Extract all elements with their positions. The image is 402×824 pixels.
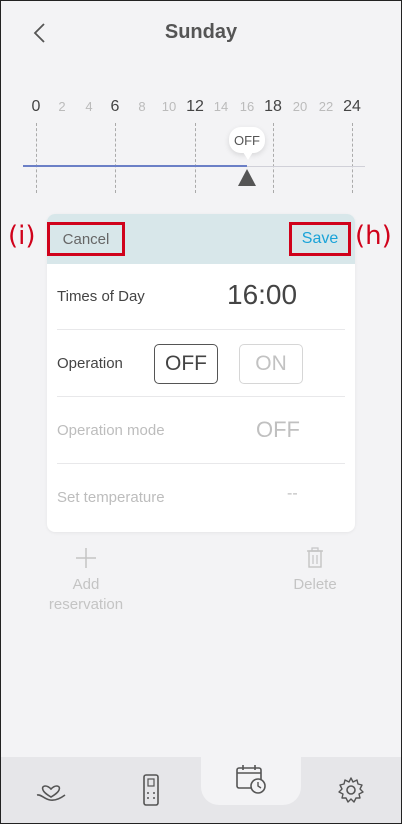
reservation-editor: Cancel Save Times of Day 16:00 Operation… <box>47 214 355 532</box>
times-of-day-row[interactable]: Times of Day 16:00 <box>57 264 345 330</box>
tick-label: 18 <box>264 98 282 115</box>
page-title: Sunday <box>164 21 238 43</box>
add-reservation-label: Add reservation <box>48 576 124 613</box>
nav-remote[interactable] <box>101 757 201 823</box>
care-icon <box>36 785 66 801</box>
save-button[interactable]: Save <box>289 222 351 256</box>
tick-label: 24 <box>343 98 361 115</box>
remote-icon <box>143 774 159 806</box>
gridline <box>352 123 353 193</box>
nav-schedule[interactable] <box>201 753 301 805</box>
set-temperature-row: Set temperature -- <box>57 465 345 531</box>
marker-label: OFF <box>229 127 265 160</box>
editor-toolbar: Cancel Save <box>47 214 355 264</box>
operation-row: Operation OFF ON <box>57 331 345 397</box>
operation-off-button[interactable]: OFF <box>154 344 218 384</box>
timeline-active-segment <box>23 165 247 167</box>
nav-care[interactable] <box>1 757 101 823</box>
times-of-day-value[interactable]: 16:00 <box>227 279 297 311</box>
tick-label: 10 <box>161 99 177 114</box>
tick-label: 4 <box>85 99 93 114</box>
operation-on-button[interactable]: ON <box>239 344 303 384</box>
schedule-timeline[interactable]: 0 2 4 6 8 10 12 14 16 18 20 22 24 OFF <box>1 93 401 203</box>
header: Sunday <box>1 1 401 65</box>
tick-label: 8 <box>138 99 146 114</box>
annotation-badge-save: (h) <box>355 221 392 251</box>
gridline <box>273 123 274 193</box>
delete-button[interactable]: Delete <box>270 543 360 595</box>
tick-label: 0 <box>31 98 41 115</box>
operation-mode-value: OFF <box>256 417 300 442</box>
plus-icon <box>76 548 96 568</box>
tick-label: 6 <box>110 98 120 115</box>
schedule-icon <box>236 765 266 794</box>
tick-label: 22 <box>318 99 334 114</box>
set-temperature-label: Set temperature <box>57 489 165 506</box>
tick-label: 2 <box>58 99 66 114</box>
tick-label: 20 <box>292 99 308 114</box>
tick-label: 16 <box>239 99 255 114</box>
set-temperature-value: -- <box>287 485 298 502</box>
nav-settings[interactable] <box>301 757 401 823</box>
gridline <box>115 123 116 193</box>
cancel-button[interactable]: Cancel <box>47 222 125 256</box>
tick-label: 14 <box>213 99 229 114</box>
add-reservation-button[interactable]: Add reservation <box>41 543 131 615</box>
delete-label: Delete <box>293 576 337 593</box>
gridline <box>195 123 196 193</box>
bottom-navigation <box>1 753 401 823</box>
time-marker-handle[interactable] <box>238 169 256 186</box>
tick-label: 12 <box>186 98 204 115</box>
times-of-day-label: Times of Day <box>57 288 145 305</box>
operation-mode-row: Operation mode OFF <box>57 398 345 464</box>
operation-label: Operation <box>57 355 123 372</box>
trash-icon <box>307 547 323 568</box>
operation-mode-label: Operation mode <box>57 422 165 439</box>
annotation-badge-cancel: (i) <box>8 221 36 251</box>
gridline <box>36 123 37 193</box>
settings-icon <box>338 777 364 803</box>
